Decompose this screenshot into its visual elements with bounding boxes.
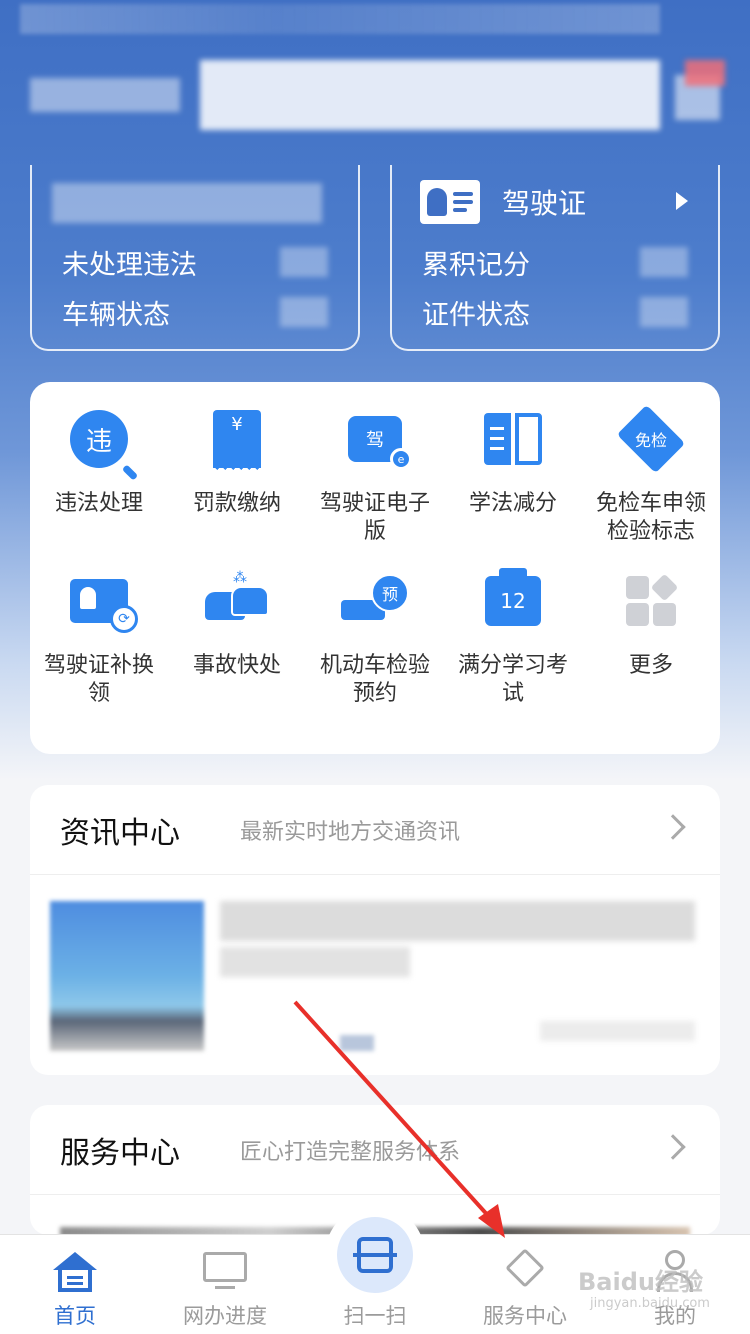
scan-button[interactable] <box>325 1205 425 1305</box>
news-center-panel: 资讯中心 最新实时地方交通资讯 <box>30 785 720 1075</box>
news-headline-blurred <box>220 947 410 977</box>
unhandled-violation-label: 未处理违法 <box>62 250 197 281</box>
news-center-subtitle: 最新实时地方交通资讯 <box>240 819 461 845</box>
home-icon <box>51 1248 99 1294</box>
service-label: 更多 <box>628 653 673 678</box>
tab-home[interactable]: 首页 <box>0 1235 150 1334</box>
service-full-score-exam[interactable]: 12 满分学习考试 <box>444 566 582 728</box>
e-license-wallet-icon: 驾e <box>348 416 412 470</box>
book-icon <box>484 413 542 465</box>
handshake-heart-icon <box>501 1248 549 1294</box>
watermark-url: jingyan.baidu.com <box>590 1296 710 1311</box>
license-card[interactable]: 驾驶证 累积记分 证件状态 <box>390 165 720 351</box>
service-e-license[interactable]: 驾e 驾驶证电子版 <box>306 404 444 566</box>
service-accident[interactable]: ⁂ 事故快处 <box>168 566 306 728</box>
service-label: 违法处理 <box>54 491 143 516</box>
chevron-right-icon <box>660 814 686 840</box>
tab-label: 首页 <box>54 1304 96 1328</box>
scan-icon <box>337 1217 413 1293</box>
monitor-icon <box>201 1248 249 1294</box>
service-label: 机动车检验预约 <box>319 653 430 706</box>
vehicle-status-value <box>280 297 328 327</box>
service-inspection-free[interactable]: 免检 免检车申领检验标志 <box>582 404 720 566</box>
chevron-right-icon <box>660 1134 686 1160</box>
more-grid-icon <box>626 573 679 626</box>
points-label: 累积记分 <box>422 250 530 281</box>
fine-receipt-icon: ¥ <box>213 410 261 474</box>
news-date-blurred <box>540 1021 695 1041</box>
search-bar-blurred[interactable] <box>30 60 725 130</box>
arrow-right-icon[interactable] <box>676 192 688 210</box>
service-more[interactable]: 更多 <box>582 566 720 728</box>
news-center-header[interactable]: 资讯中心 最新实时地方交通资讯 <box>30 785 720 875</box>
unhandled-violation-value <box>280 247 328 277</box>
license-status-value <box>640 297 688 327</box>
service-grid: 违 违法处理 ¥ 罚款缴纳 驾e 驾驶证电子版 学法减分 免检 免检车申领检验标… <box>30 382 720 754</box>
service-center-title: 服务中心 <box>60 1135 180 1171</box>
watermark-logo: Baidu经验 <box>578 1268 703 1296</box>
tab-progress[interactable]: 网办进度 <box>150 1235 300 1334</box>
service-violation[interactable]: 违 违法处理 <box>30 404 168 566</box>
status-bar-blurred <box>20 4 660 34</box>
service-label: 罚款缴纳 <box>192 491 281 516</box>
service-inspection-booking[interactable]: 预 机动车检验预约 <box>306 566 444 728</box>
license-status-label: 证件状态 <box>422 300 530 331</box>
inspection-booking-icon: 预 <box>341 574 409 628</box>
calendar-exam-icon: 12 <box>485 568 541 626</box>
service-center-subtitle: 匠心打造完整服务体系 <box>240 1139 461 1165</box>
service-label: 学法减分 <box>468 491 557 516</box>
inspection-free-icon: 免检 <box>616 404 686 474</box>
news-headline-blurred <box>220 901 695 941</box>
service-label: 驾驶证电子版 <box>319 491 430 544</box>
vehicle-status-label: 车辆状态 <box>62 300 170 331</box>
service-study-deduct[interactable]: 学法减分 <box>444 404 582 566</box>
service-label: 免检车申领检验标志 <box>595 491 706 544</box>
license-renew-icon: ⟳ <box>70 579 138 633</box>
news-thumbnail <box>50 901 204 1051</box>
service-license-renew[interactable]: ⟳ 驾驶证补换领 <box>30 566 168 728</box>
news-item[interactable] <box>30 875 720 1075</box>
id-card-icon <box>420 180 480 224</box>
violation-search-icon: 违 <box>70 410 128 468</box>
tab-label: 服务中心 <box>483 1304 567 1328</box>
plate-number-blurred <box>52 183 322 223</box>
tab-label: 网办进度 <box>183 1304 267 1328</box>
news-source-blurred <box>340 1035 374 1051</box>
service-label: 驾驶证补换领 <box>43 653 154 706</box>
vehicle-card[interactable]: 未处理违法 车辆状态 <box>30 165 360 351</box>
service-label: 满分学习考试 <box>457 653 568 706</box>
service-center-header[interactable]: 服务中心 匠心打造完整服务体系 <box>30 1105 720 1195</box>
license-card-title: 驾驶证 <box>502 187 587 220</box>
service-label: 事故快处 <box>192 653 281 678</box>
accident-cars-icon: ⁂ <box>205 570 269 628</box>
points-value <box>640 247 688 277</box>
service-fine-payment[interactable]: ¥ 罚款缴纳 <box>168 404 306 566</box>
news-center-title: 资讯中心 <box>60 815 180 851</box>
